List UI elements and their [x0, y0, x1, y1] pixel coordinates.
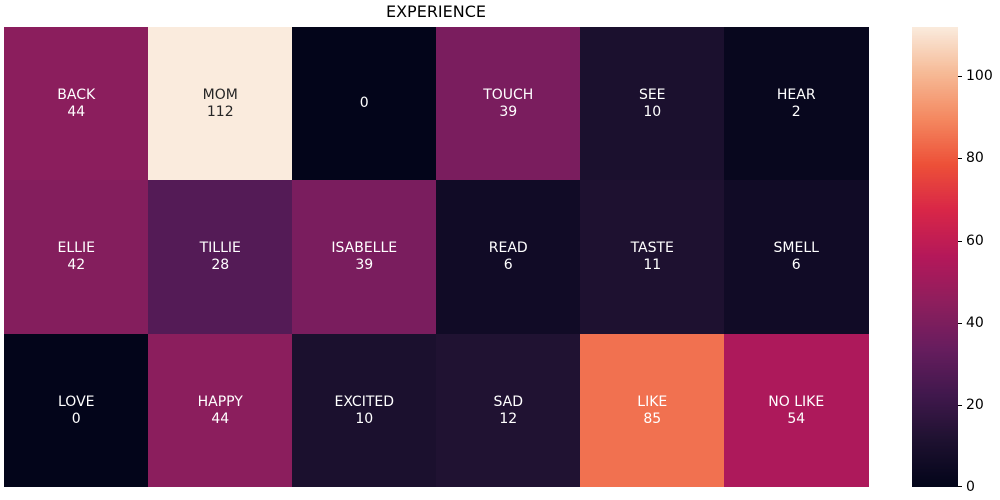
cell-value: 112: [206, 103, 234, 120]
cell-value: 12: [499, 410, 518, 427]
cell-value: 10: [355, 410, 374, 427]
cell-label: LOVE: [58, 393, 95, 410]
cell-label: LIKE: [637, 393, 668, 410]
cell-value: 54: [787, 410, 806, 427]
cell-value: 44: [211, 410, 230, 427]
cell-value: 39: [355, 257, 374, 274]
colorbar-tick-label: 0: [966, 479, 975, 495]
heatmap-cell: ISABELLE 39: [292, 180, 437, 335]
cell-label: SMELL: [773, 240, 819, 257]
cell-label: TASTE: [630, 240, 674, 257]
cell-value: 2: [791, 103, 801, 120]
colorbar-tick-label: 60: [966, 232, 984, 249]
cell-label: ISABELLE: [331, 240, 398, 257]
colorbar-tick-label: 20: [966, 396, 984, 413]
cell-label: NO LIKE: [768, 393, 825, 410]
heatmap-cell: TOUCH 39: [436, 27, 581, 181]
heatmap-cell: 0: [292, 27, 437, 181]
heatmap-grid: BACK 44 MOM 112 0 TOUCH 39 SEE 10 HEAR 2 ELLIE 42 TIL…: [4, 27, 869, 488]
chart-title: EXPERIENCE: [385, 2, 487, 21]
cell-label: HAPPY: [197, 393, 243, 410]
cell-value: 11: [643, 257, 662, 274]
heatmap-cell: TILLIE 28: [148, 180, 293, 335]
colorbar-tick: [958, 76, 962, 78]
colorbar: [912, 27, 958, 487]
cell-value: 6: [791, 257, 801, 274]
cell-label: HEAR: [776, 86, 816, 103]
cell-label: MOM: [202, 86, 238, 103]
heatmap-cell: LOVE 0: [4, 333, 149, 488]
colorbar-tick-label: 100: [966, 68, 993, 85]
heatmap-cell: TASTE 11: [580, 180, 725, 335]
cell-value: 39: [499, 103, 518, 120]
colorbar-tick-label: 40: [966, 314, 984, 331]
cell-label: READ: [488, 240, 528, 257]
heatmap-cell: HEAR 2: [724, 27, 869, 181]
heatmap-cell: HAPPY 44: [148, 333, 293, 488]
cell-value: 0: [359, 95, 369, 112]
colorbar-tick: [958, 322, 962, 324]
heatmap-cell: READ 6: [436, 180, 581, 335]
cell-value: 42: [67, 257, 86, 274]
heatmap-cell: ELLIE 42: [4, 180, 149, 335]
heatmap-cell: EXCITED 10: [292, 333, 437, 488]
heatmap-cell: SMELL 6: [724, 180, 869, 335]
cell-label: TILLIE: [199, 240, 241, 257]
cell-value: 10: [643, 103, 662, 120]
colorbar-tick: [958, 240, 962, 242]
colorbar-tick: [958, 404, 962, 406]
heatmap-cell: LIKE 85: [580, 333, 725, 488]
heatmap-cell: NO LIKE 54: [724, 333, 869, 488]
heatmap-cell: BACK 44: [4, 27, 149, 181]
cell-value: 0: [71, 410, 81, 427]
cell-value: 44: [67, 103, 86, 120]
cell-label: EXCITED: [334, 393, 395, 410]
heatmap-cell: SAD 12: [436, 333, 581, 488]
cell-value: 85: [643, 410, 662, 427]
cell-label: TOUCH: [483, 86, 534, 103]
cell-label: SAD: [493, 393, 523, 410]
cell-value: 6: [503, 257, 513, 274]
heatmap-cell: SEE 10: [580, 27, 725, 181]
cell-label: SEE: [638, 86, 666, 103]
cell-label: ELLIE: [57, 240, 95, 257]
cell-label: BACK: [57, 86, 96, 103]
colorbar-tick-label: 80: [966, 150, 984, 167]
colorbar-tick: [958, 158, 962, 160]
cell-value: 28: [211, 257, 230, 274]
heatmap-cell: MOM 112: [148, 27, 293, 181]
colorbar-tick: [958, 486, 962, 487]
